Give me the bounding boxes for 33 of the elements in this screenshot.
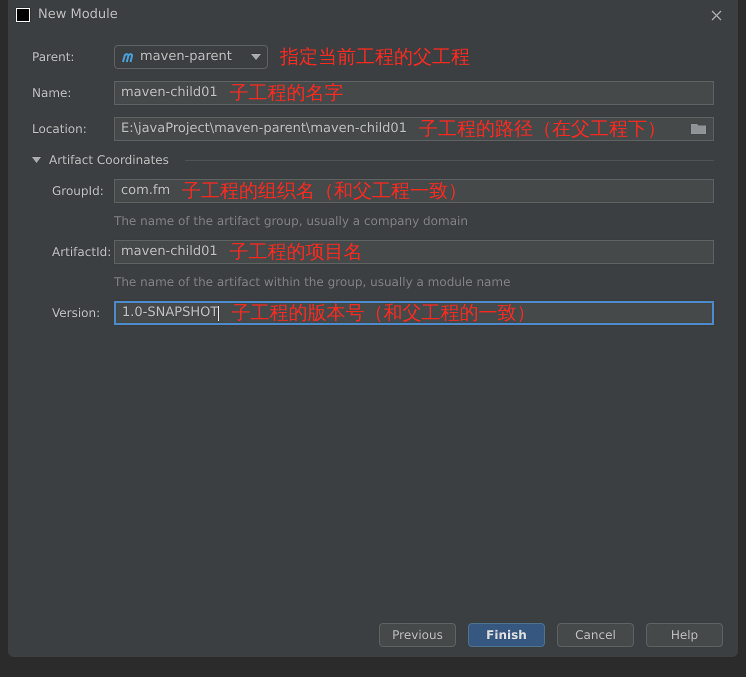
field-label: Parent:: [32, 49, 76, 66]
dialog-button[interactable]: Finish: [468, 623, 545, 647]
folder-icon[interactable]: [691, 123, 707, 135]
text-field[interactable]: com.fm 子工程的组织名（和父工程一致）: [114, 179, 714, 203]
annotation-text: 子工程的组织名（和父工程一致）: [182, 182, 468, 200]
text-field[interactable]: 1.0-SNAPSHOT 子工程的版本号（和父工程的一致）: [114, 301, 714, 325]
text-field[interactable]: E:\javaProject\maven-parent\maven-child01 子工程的路径（在父工程下）: [114, 117, 714, 141]
text-field[interactable]: maven-child01 子工程的名字: [114, 81, 714, 105]
maven-icon: [121, 52, 136, 62]
window-title: New Module: [38, 6, 118, 24]
hint-text: The name of the artifact within the group, usually a module name: [114, 274, 512, 291]
dialog-button[interactable]: Previous: [379, 623, 456, 647]
section-title: Artifact Coordinates: [49, 152, 169, 169]
expand-triangle-icon[interactable]: [32, 156, 41, 164]
annotation-text: 子工程的项目名: [230, 242, 363, 262]
field-label: Location:: [32, 121, 88, 138]
text-cursor: [218, 306, 220, 320]
field-label: Name:: [32, 85, 72, 102]
dialog-button[interactable]: Cancel: [557, 623, 634, 647]
annotation-text: 子工程的名字: [230, 84, 344, 102]
dialog-button[interactable]: Help: [646, 623, 723, 647]
field-label: ArtifactId:: [51, 244, 112, 261]
annotation-text: 子工程的版本号（和父工程的一致）: [231, 304, 536, 322]
hint-text: The name of the artifact group, usually a company domain: [114, 213, 469, 230]
annotation-text: 子工程的路径（在父工程下）: [418, 120, 666, 138]
field-label: GroupId:: [51, 183, 105, 200]
annotation-text: 指定当前工程的父工程: [280, 48, 470, 66]
close-icon[interactable]: [711, 10, 722, 20]
app-logo-icon: [16, 8, 30, 22]
field-label: Version:: [51, 305, 102, 322]
text-field[interactable]: maven-child01 子工程的项目名: [114, 240, 714, 264]
parent-dropdown[interactable]: maven-parent: [114, 45, 268, 69]
caret-icon: [251, 54, 261, 60]
